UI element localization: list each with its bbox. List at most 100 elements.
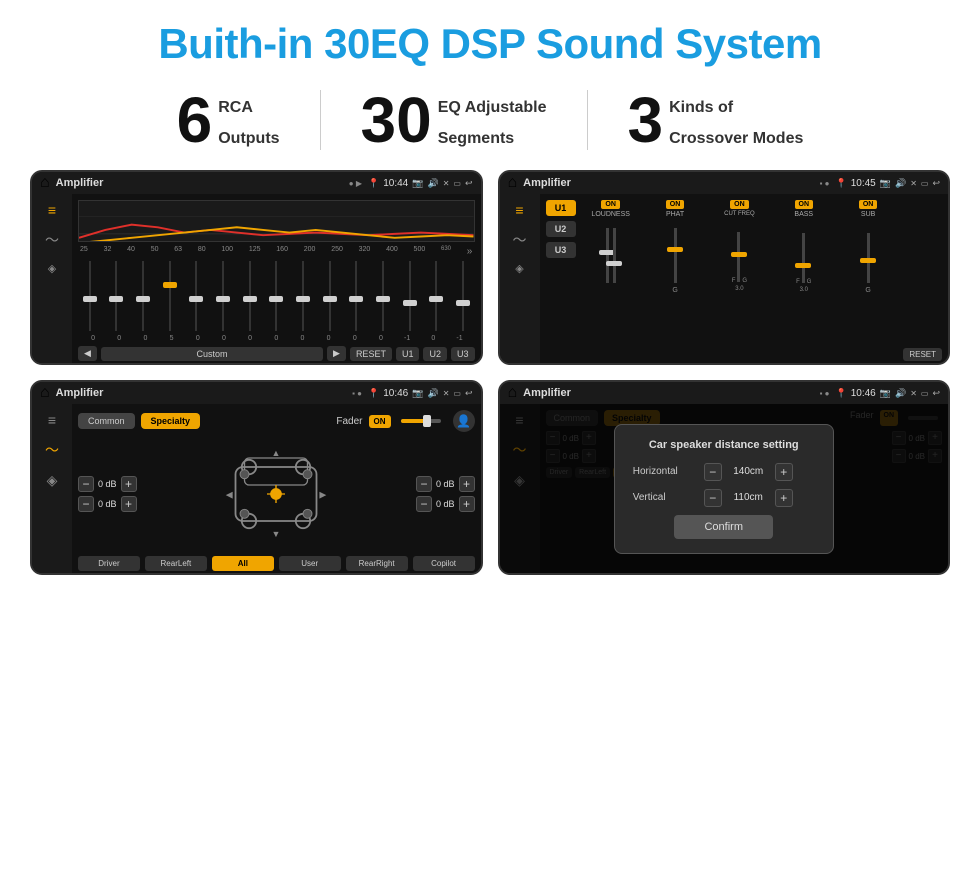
eq-slider-8[interactable] bbox=[264, 261, 288, 331]
stat-eq-number: 30 bbox=[361, 88, 432, 152]
stat-eq-label1: EQ Adjustable bbox=[438, 88, 547, 119]
eq-slider-1[interactable] bbox=[78, 261, 102, 331]
fader-specialty-tab[interactable]: Specialty bbox=[141, 413, 201, 429]
dialog-vertical-label: Vertical bbox=[633, 492, 698, 503]
horizontal-plus-button[interactable]: + bbox=[775, 463, 793, 481]
fader-rl-minus[interactable]: − bbox=[78, 496, 94, 512]
amp-u2-button[interactable]: U2 bbox=[546, 221, 576, 237]
fader-rr-plus[interactable]: + bbox=[459, 496, 475, 512]
confirm-button[interactable]: Confirm bbox=[674, 515, 773, 539]
eq-slider-4[interactable] bbox=[158, 261, 182, 331]
fader-fr-plus[interactable]: + bbox=[459, 476, 475, 492]
eq-slider-14[interactable] bbox=[424, 261, 448, 331]
screen1-status-icons: 📍 10:44 📷 🔊 ✕ ▭ ↩ bbox=[368, 178, 473, 189]
vertical-plus-button[interactable]: + bbox=[775, 489, 793, 507]
amp-phat-on[interactable]: ON bbox=[666, 200, 685, 209]
fader-fr-value: 0 dB bbox=[436, 479, 455, 489]
vol-icon-3: 🔊 bbox=[427, 388, 438, 399]
sidebar-vol-icon[interactable]: ◈ bbox=[48, 262, 56, 275]
sidebar-eq-icon[interactable]: ≡ bbox=[48, 202, 56, 218]
stat-rca-label2: Outputs bbox=[218, 119, 279, 150]
fader-rearright-btn[interactable]: RearRight bbox=[346, 556, 408, 571]
eq-slider-10[interactable] bbox=[318, 261, 342, 331]
pin-icon-2: 📍 bbox=[836, 178, 847, 189]
expand-icon[interactable]: » bbox=[467, 246, 473, 257]
fader-fr-minus[interactable]: − bbox=[416, 476, 432, 492]
eq-prev-button[interactable]: ◀ bbox=[78, 346, 97, 361]
eq-slider-5[interactable] bbox=[185, 261, 209, 331]
screen-dialog: ⌂ Amplifier ▪ ● 📍 10:46 📷 🔊 ✕ ▭ ↩ ≡ 〜 ◈ bbox=[498, 380, 951, 575]
stat-crossover: 3 Kinds of Crossover Modes bbox=[588, 88, 844, 152]
eq-reset-button[interactable]: RESET bbox=[350, 347, 392, 361]
fader-on-badge[interactable]: ON bbox=[369, 415, 391, 428]
eq-u3-button[interactable]: U3 bbox=[451, 347, 475, 361]
screen3-fader-main: Common Specialty Fader ON bbox=[72, 404, 481, 575]
pin-icon-3: 📍 bbox=[368, 388, 379, 399]
amp-sub-on[interactable]: ON bbox=[859, 200, 878, 209]
fader-rearleft-btn[interactable]: RearLeft bbox=[145, 556, 207, 571]
eq-u2-button[interactable]: U2 bbox=[423, 347, 447, 361]
eq-graph bbox=[78, 200, 475, 242]
home-icon-3[interactable]: ⌂ bbox=[40, 384, 50, 402]
stat-crossover-label1: Kinds of bbox=[669, 88, 803, 119]
svg-text:▶: ▶ bbox=[320, 490, 327, 500]
eq-slider-3[interactable] bbox=[131, 261, 155, 331]
back-icon[interactable]: ↩ bbox=[465, 178, 473, 189]
stat-eq: 30 EQ Adjustable Segments bbox=[321, 88, 587, 152]
amp-u3-button[interactable]: U3 bbox=[546, 242, 576, 258]
back-icon-2[interactable]: ↩ bbox=[932, 178, 940, 189]
vertical-minus-button[interactable]: − bbox=[704, 489, 722, 507]
eq-slider-7[interactable] bbox=[238, 261, 262, 331]
sidebar-wave-icon-3[interactable]: 〜 bbox=[45, 440, 59, 460]
screen2-amp-main: U1 U2 U3 ON LOUDNESS bbox=[540, 194, 949, 365]
fader-fl-value: 0 dB bbox=[98, 479, 117, 489]
screen-amplifier: ⌂ Amplifier ▪ ● 📍 10:45 📷 🔊 ✕ ▭ ↩ ≡ 〜 ◈ bbox=[498, 170, 951, 365]
eq-slider-6[interactable] bbox=[211, 261, 235, 331]
fader-copilot-btn[interactable]: Copilot bbox=[413, 556, 475, 571]
screen4-status-icons: 📍 10:46 📷 🔊 ✕ ▭ ↩ bbox=[836, 388, 941, 399]
amp-bass-on[interactable]: ON bbox=[795, 200, 814, 209]
horizontal-minus-button[interactable]: − bbox=[704, 463, 722, 481]
fader-common-tab[interactable]: Common bbox=[78, 413, 135, 429]
profile-icon[interactable]: 👤 bbox=[456, 414, 471, 428]
home-icon-2[interactable]: ⌂ bbox=[508, 174, 518, 192]
eq-slider-12[interactable] bbox=[371, 261, 395, 331]
back-icon-4[interactable]: ↩ bbox=[932, 388, 940, 399]
amp-bass: ON BASS F G 3.0 bbox=[774, 200, 834, 361]
x-icon-4: ✕ bbox=[910, 389, 917, 398]
amp-u1-button[interactable]: U1 bbox=[546, 200, 576, 216]
fader-rl-plus[interactable]: + bbox=[121, 496, 137, 512]
sidebar-vol-icon-3[interactable]: ◈ bbox=[47, 472, 58, 489]
eq-slider-2[interactable] bbox=[105, 261, 129, 331]
fader-fl-minus[interactable]: − bbox=[78, 476, 94, 492]
svg-text:◀: ◀ bbox=[226, 490, 233, 500]
amp-loudness-on[interactable]: ON bbox=[601, 200, 620, 209]
fader-rr-minus[interactable]: − bbox=[416, 496, 432, 512]
eq-slider-11[interactable] bbox=[344, 261, 368, 331]
pin-icon: 📍 bbox=[368, 178, 379, 189]
back-icon-3[interactable]: ↩ bbox=[465, 388, 473, 399]
eq-freq-labels: 25 32 40 50 63 80 100 125 160 200 250 32… bbox=[78, 246, 475, 257]
amp-reset-button[interactable]: RESET bbox=[903, 348, 942, 361]
fader-driver-btn[interactable]: Driver bbox=[78, 556, 140, 571]
sidebar-eq-icon-3[interactable]: ≡ bbox=[48, 412, 56, 428]
eq-values-row: 0 0 0 5 0 0 0 0 0 0 0 0 -1 0 -1 bbox=[78, 335, 475, 342]
fader-fl-plus[interactable]: + bbox=[121, 476, 137, 492]
dialog-vertical-stepper: − 110cm + bbox=[704, 489, 793, 507]
eq-slider-15[interactable] bbox=[451, 261, 475, 331]
home-icon[interactable]: ⌂ bbox=[40, 174, 50, 192]
fader-all-btn[interactable]: All bbox=[212, 556, 274, 571]
sidebar-wave-icon[interactable]: 〜 bbox=[45, 230, 59, 250]
eq-next-button[interactable]: ▶ bbox=[327, 346, 346, 361]
home-icon-4[interactable]: ⌂ bbox=[508, 384, 518, 402]
eq-slider-13[interactable] bbox=[398, 261, 422, 331]
vol-icon-4: 🔊 bbox=[895, 388, 906, 399]
x-icon-3: ✕ bbox=[443, 389, 450, 398]
eq-slider-9[interactable] bbox=[291, 261, 315, 331]
sidebar-vol-icon-2[interactable]: ◈ bbox=[515, 262, 523, 275]
amp-cutfreq-on[interactable]: ON bbox=[730, 200, 749, 209]
sidebar-eq-icon-2[interactable]: ≡ bbox=[515, 202, 523, 218]
fader-user-btn[interactable]: User bbox=[279, 556, 341, 571]
eq-u1-button[interactable]: U1 bbox=[396, 347, 420, 361]
sidebar-wave-icon-2[interactable]: 〜 bbox=[513, 230, 527, 250]
